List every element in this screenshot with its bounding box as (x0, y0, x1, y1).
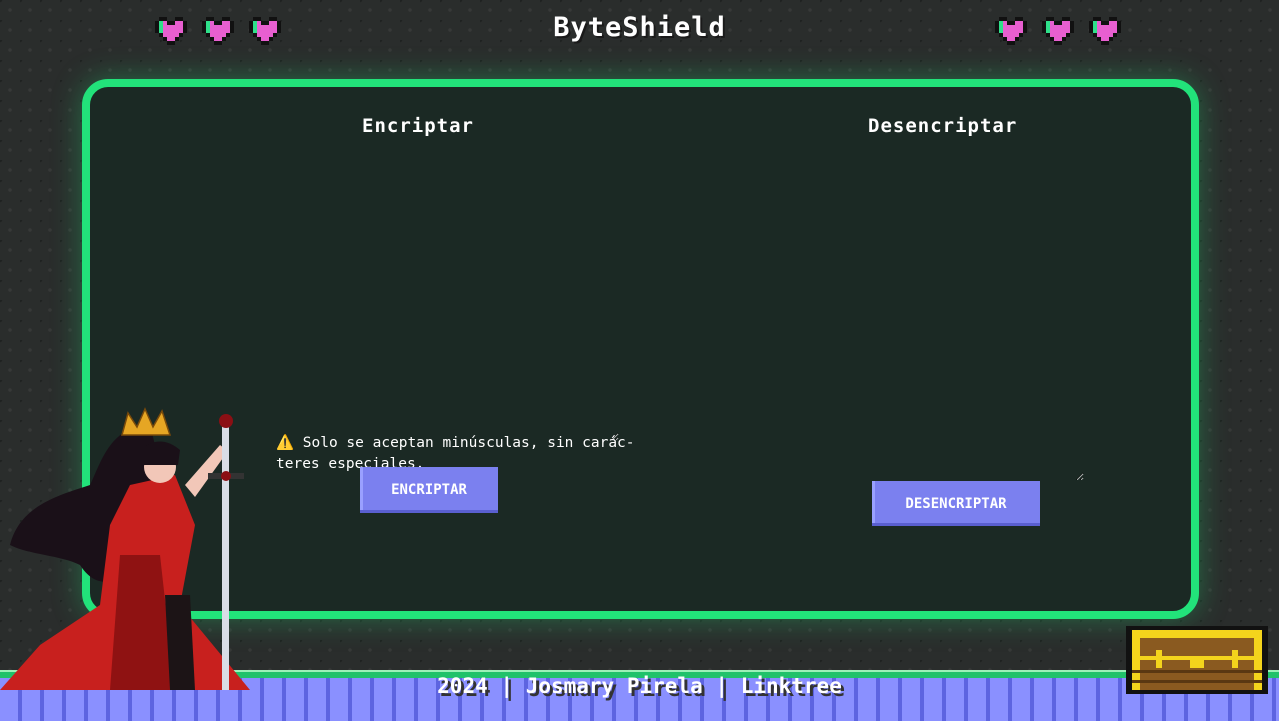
encrypt-button[interactable]: ENCRIPTAR (360, 467, 498, 513)
decrypt-button[interactable]: DESENCRIPTAR (872, 481, 1040, 526)
encrypt-title: Encriptar (362, 115, 474, 137)
heart-icon (995, 17, 1027, 45)
footer-year: 2024 (437, 674, 488, 698)
decrypt-title: Desencriptar (868, 115, 1018, 137)
header: ByteShield (0, 0, 1279, 60)
footer-separator: | (500, 674, 514, 698)
decrypt-output[interactable] (780, 157, 1084, 481)
queen-sprite (0, 407, 250, 690)
heart-icon (1089, 17, 1121, 45)
encrypt-input[interactable] (275, 157, 619, 441)
footer: 2024 | Josmary Pirela | Linktree (0, 674, 1279, 698)
footer-separator: | (715, 674, 729, 698)
heart-icon (1042, 17, 1074, 45)
hearts-right (995, 16, 1121, 46)
linktree-link[interactable]: Linktree (741, 674, 842, 698)
footer-author: Josmary Pirela (525, 674, 703, 698)
